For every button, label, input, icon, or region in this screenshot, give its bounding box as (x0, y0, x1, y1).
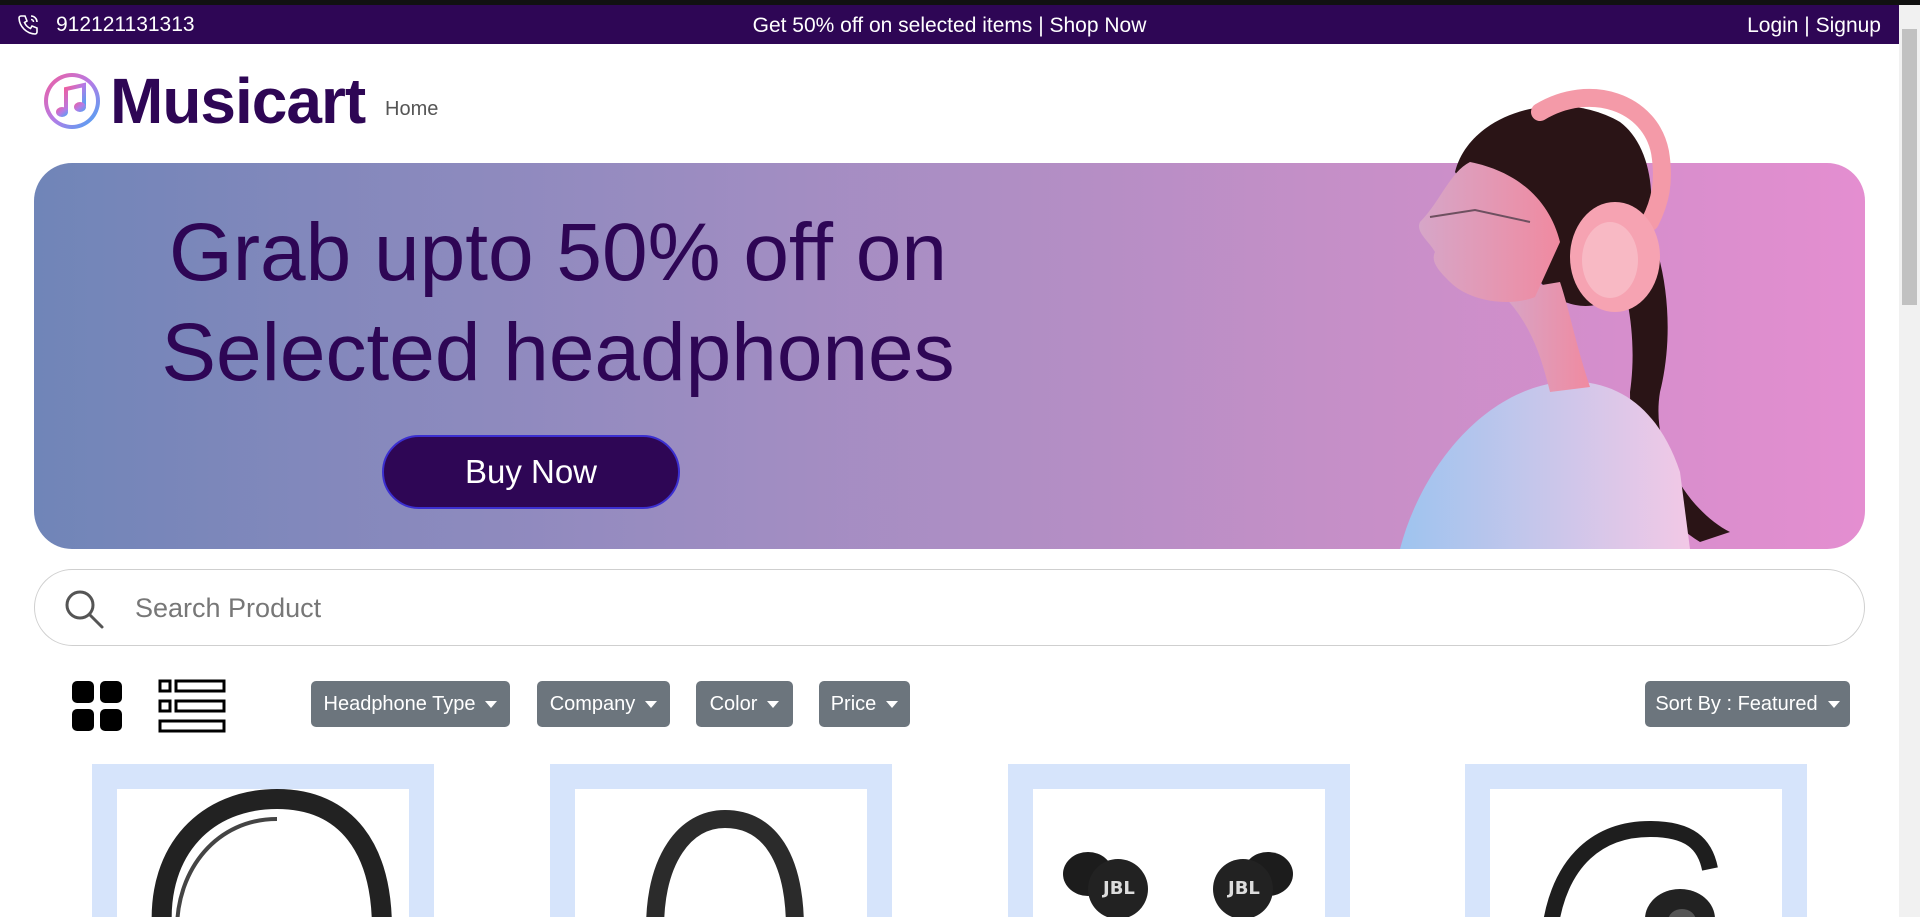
price-label: Price (830, 692, 877, 715)
nav-home-link[interactable]: Home (385, 98, 438, 121)
product-card[interactable] (550, 764, 892, 917)
buy-now-button[interactable]: Buy Now (382, 435, 680, 509)
announcement-bar: 912121131313 Get 50% off on selected ite… (0, 5, 1899, 44)
svg-text:JBL: JBL (1101, 878, 1135, 899)
company-label: Company (549, 692, 636, 715)
model-with-headphones-image (1400, 89, 1730, 549)
caret-down-icon (645, 700, 658, 708)
product-card[interactable]: JBL JBL (1008, 764, 1350, 917)
company-dropdown[interactable]: Company (537, 681, 670, 727)
color-dropdown[interactable]: Color (696, 681, 793, 727)
hero-headline-line2: Selected headphones (161, 307, 955, 398)
grid-view-icon[interactable] (72, 681, 122, 731)
jbl-earbuds-icon: JBL JBL (1063, 852, 1293, 917)
brand-name: Musicart (110, 65, 366, 137)
search-input[interactable] (135, 584, 1735, 632)
caret-down-icon (767, 700, 780, 708)
music-note-icon (44, 73, 100, 129)
sort-label: Sort By : Featured (1655, 692, 1818, 715)
product-image: JBL JBL (1033, 789, 1325, 917)
product-image (117, 789, 409, 917)
caret-down-icon (886, 700, 899, 708)
scrollbar-thumb[interactable] (1902, 29, 1917, 305)
product-image (575, 789, 867, 917)
color-label: Color (709, 692, 758, 715)
headphone-type-label: Headphone Type (323, 692, 476, 715)
hero-headline-line1: Grab upto 50% off on (168, 207, 948, 298)
product-image (1490, 789, 1782, 917)
sort-dropdown[interactable]: Sort By : Featured (1645, 681, 1850, 727)
login-signup-link[interactable]: Login | Signup (1747, 14, 1881, 38)
promo-text[interactable]: Get 50% off on selected items | Shop Now (0, 14, 1899, 38)
hero-headline: Grab upto 50% off on Selected headphones (118, 203, 998, 403)
brand-logo[interactable]: Musicart (42, 64, 366, 138)
product-card[interactable] (1465, 764, 1807, 917)
list-view-icon[interactable] (158, 679, 226, 733)
product-card[interactable] (92, 764, 434, 917)
page-scrollbar[interactable] (1899, 5, 1920, 917)
caret-down-icon (1827, 700, 1840, 708)
svg-text:JBL: JBL (1226, 878, 1260, 899)
search-bar[interactable] (34, 569, 1865, 646)
headphones-icon (1544, 820, 1718, 917)
on-ear-headphones-icon (646, 809, 804, 917)
search-icon (65, 590, 104, 629)
price-dropdown[interactable]: Price (819, 681, 910, 727)
headphone-type-dropdown[interactable]: Headphone Type (311, 681, 510, 727)
over-ear-headphones-icon (151, 789, 392, 917)
caret-down-icon (485, 700, 498, 708)
